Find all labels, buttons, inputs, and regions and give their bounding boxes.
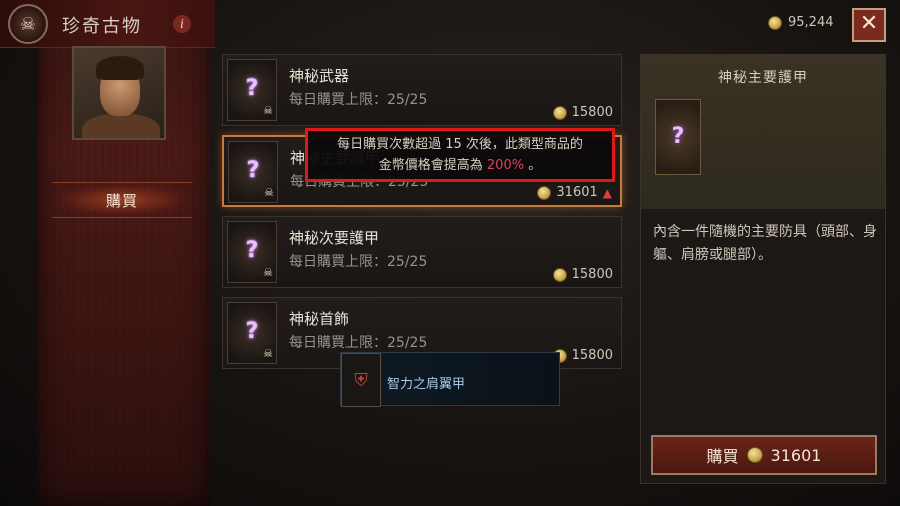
item-name: 神秘次要護甲 bbox=[289, 229, 380, 247]
item-price: 15800 bbox=[552, 105, 613, 120]
tooltip-line-2: 金幣價格會提高為 200% 。 bbox=[378, 158, 542, 173]
question-mark-icon: ? bbox=[245, 319, 259, 344]
item-thumbnail: ? ☠ bbox=[228, 141, 278, 203]
gold-coin-icon bbox=[768, 15, 782, 30]
item-name: 神秘首飾 bbox=[289, 310, 350, 328]
gold-coin-icon bbox=[746, 447, 763, 463]
info-button[interactable]: i bbox=[173, 15, 191, 33]
item-thumbnail: ? ☠ bbox=[227, 302, 277, 364]
shop-item-weapon[interactable]: ? ☠ 神秘武器 每日購買上限：25/25 15800 bbox=[222, 54, 622, 126]
skull-icon: ☠ bbox=[263, 266, 273, 279]
item-hover-popup[interactable]: ⛨ 智力之肩翼甲 bbox=[340, 352, 560, 407]
gold-balance: 95,244 bbox=[768, 15, 834, 30]
close-button[interactable]: ✕ bbox=[852, 8, 886, 42]
skull-icon: ☠ bbox=[263, 104, 273, 117]
tooltip-line-1: 每日購買次數超過 15 次後，此類型商品的 bbox=[337, 137, 583, 152]
red-up-arrow-icon: ▲ bbox=[602, 185, 612, 200]
question-mark-icon: ? bbox=[671, 124, 685, 149]
buy-label: 購買 bbox=[706, 447, 739, 466]
buy-button[interactable]: 購買 31601 bbox=[651, 435, 877, 475]
item-limit: 每日購買上限：25/25 bbox=[289, 335, 428, 351]
gold-amount: 95,244 bbox=[788, 15, 834, 30]
gold-coin-icon bbox=[552, 267, 567, 282]
vendor-portrait bbox=[72, 46, 166, 140]
detail-header: 神秘主要護甲 ? bbox=[641, 55, 885, 209]
tooltip-percent: 200% bbox=[486, 158, 525, 173]
question-mark-icon: ? bbox=[245, 76, 259, 101]
item-thumbnail: ? ☠ bbox=[227, 221, 277, 283]
page-title: 珍奇古物 bbox=[62, 16, 142, 37]
item-detail-panel: 神秘主要護甲 ? 內含一件隨機的主要防具（頭部、身軀、肩膀或腿部）。 購買 31… bbox=[640, 54, 886, 484]
detail-title: 神秘主要護甲 bbox=[718, 70, 808, 86]
item-limit: 每日購買上限：25/25 bbox=[289, 254, 428, 270]
skull-icon: ☠ bbox=[264, 186, 274, 199]
shop-item-secondary-armor[interactable]: ? ☠ 神秘次要護甲 每日購買上限：25/25 15800 bbox=[222, 216, 622, 288]
gold-coin-icon bbox=[537, 185, 552, 200]
tab-buy[interactable]: 購買 bbox=[52, 182, 192, 218]
detail-thumbnail: ? bbox=[655, 99, 701, 175]
item-price: 15800 bbox=[552, 348, 613, 363]
buy-price: 31601 bbox=[770, 445, 822, 465]
price-increase-tooltip: 每日購買次數超過 15 次後，此類型商品的 金幣價格會提高為 200% 。 bbox=[305, 128, 615, 182]
detail-description: 內含一件隨機的主要防具（頭部、身軀、肩膀或腿部）。 bbox=[653, 224, 877, 263]
question-mark-icon: ? bbox=[245, 238, 259, 263]
skull-emblem-icon: ☠ bbox=[8, 4, 48, 44]
skull-icon: ☠ bbox=[263, 347, 273, 360]
shoulder-armor-icon: ⛨ bbox=[341, 353, 381, 407]
item-price: 15800 bbox=[552, 267, 613, 282]
item-limit: 每日購買上限：25/25 bbox=[289, 92, 428, 108]
item-name: 神秘武器 bbox=[289, 67, 350, 85]
question-mark-icon: ? bbox=[246, 158, 260, 183]
item-price: 31601 ▲ bbox=[537, 185, 612, 200]
title-bar: ☠ 珍奇古物 i bbox=[0, 0, 215, 48]
hover-item-label: 智力之肩翼甲 bbox=[387, 377, 466, 392]
item-thumbnail: ? ☠ bbox=[227, 59, 277, 121]
gold-coin-icon bbox=[552, 105, 567, 120]
